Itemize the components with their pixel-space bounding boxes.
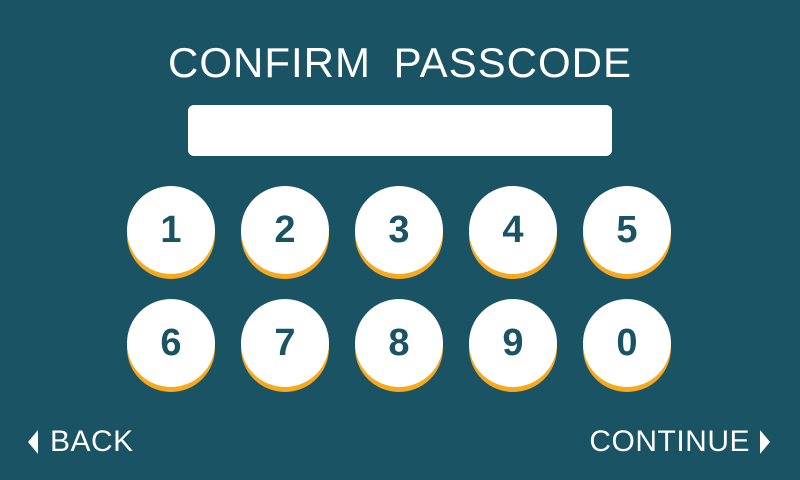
back-label: BACK [50, 425, 134, 458]
continue-label: CONTINUE [589, 425, 750, 458]
keypad-key-8[interactable]: 8 [355, 299, 443, 387]
keypad-key-2[interactable]: 2 [241, 186, 329, 274]
passcode-field[interactable] [188, 105, 612, 156]
keypad-key-3[interactable]: 3 [355, 186, 443, 274]
keypad-key-6[interactable]: 6 [127, 299, 215, 387]
chevron-right-icon [760, 430, 770, 454]
page-title: CONFIRM PASSCODE [168, 39, 632, 86]
keypad-key-1[interactable]: 1 [127, 186, 215, 274]
keypad-key-0[interactable]: 0 [583, 299, 671, 387]
keypad-key-5[interactable]: 5 [583, 186, 671, 274]
back-button[interactable]: BACK [28, 420, 134, 464]
continue-button[interactable]: CONTINUE [589, 420, 770, 464]
keypad-key-9[interactable]: 9 [469, 299, 557, 387]
chevron-left-icon [28, 430, 38, 454]
keypad-key-4[interactable]: 4 [469, 186, 557, 274]
keypad-key-7[interactable]: 7 [241, 299, 329, 387]
